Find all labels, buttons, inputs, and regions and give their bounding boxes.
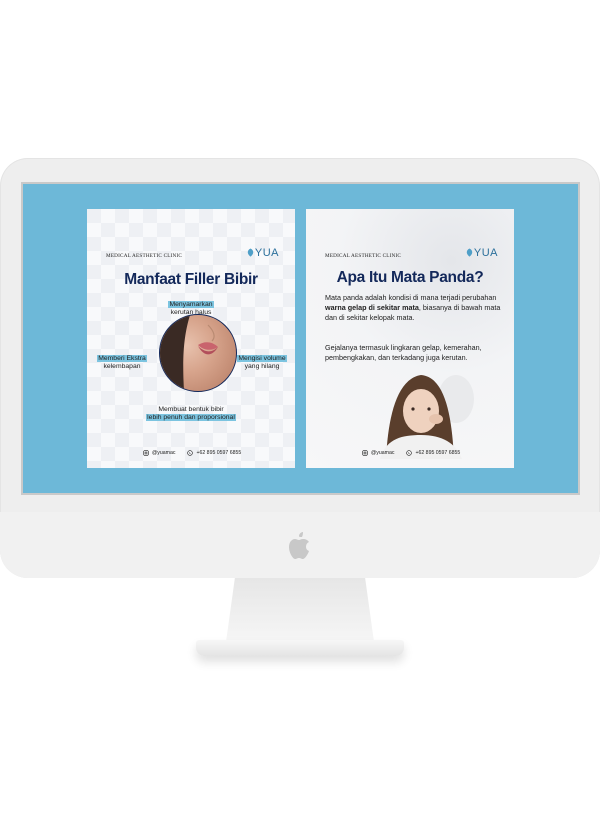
label-memberi-ekstra: Memberi Ekstra kelembapan [91,355,153,371]
post-footer: @yuamac +62 895 0597 6855 [362,450,460,456]
whatsapp-icon [406,450,413,456]
label-line: lebih penuh dan proporsional [146,414,236,421]
post-title: Manfaat Filler Bibir [124,271,258,288]
leaf-icon [466,248,473,257]
instagram-icon [362,450,368,456]
whatsapp-number: +62 895 0597 6855 [415,450,461,456]
whatsapp-icon [187,450,194,456]
yua-logo: YUA [246,247,279,259]
instagram-handle: @yuamac [152,450,176,456]
post-manfaat-filler-bibir: MEDICAL AESTHETIC CLINIC YUA Manfaat Fil… [87,209,295,468]
instagram-icon [143,450,149,456]
yua-logo: YUA [465,247,498,259]
post-footer: @yuamac +62 895 0597 6855 [143,450,241,456]
label-line: Mengisi volume [237,355,287,362]
lips-photo [159,314,237,392]
clinic-name: MEDICAL AESTHETIC CLINIC [325,253,402,259]
label-line: Membuat bentuk bibir [158,406,224,413]
label-line: yang hilang [244,363,280,370]
whatsapp-number: +62 895 0597 6855 [196,450,242,456]
instagram-handle: @yuamac [371,450,395,456]
leaf-icon [247,248,254,257]
monitor-stand [226,578,374,642]
paragraph-text: Mata panda adalah kondisi di mana terjad… [325,293,497,302]
logo-text: YUA [473,247,498,259]
paragraph-definition: Mata panda adalah kondisi di mana terjad… [325,293,501,323]
lips-image [160,315,218,391]
label-mengisi-volume: Mengisi volume yang hilang [231,355,293,371]
paragraph-bold: warna gelap di sekitar mata [325,303,419,312]
apple-logo-icon [289,532,309,559]
label-line: kelembapan [103,363,141,370]
label-membuat-bentuk: Membuat bentuk bibir lebih penuh dan pro… [131,406,251,422]
woman-photo [380,375,474,459]
post-mata-panda: MEDICAL AESTHETIC CLINIC YUA Apa Itu Mat… [306,209,514,468]
logo-text: YUA [254,247,279,259]
label-line: Menyamarkan [168,301,214,308]
label-line: Memberi Ekstra [97,355,147,362]
clinic-name: MEDICAL AESTHETIC CLINIC [106,253,183,259]
monitor-base [196,640,404,656]
post-title: Apa Itu Mata Panda? [336,269,484,286]
